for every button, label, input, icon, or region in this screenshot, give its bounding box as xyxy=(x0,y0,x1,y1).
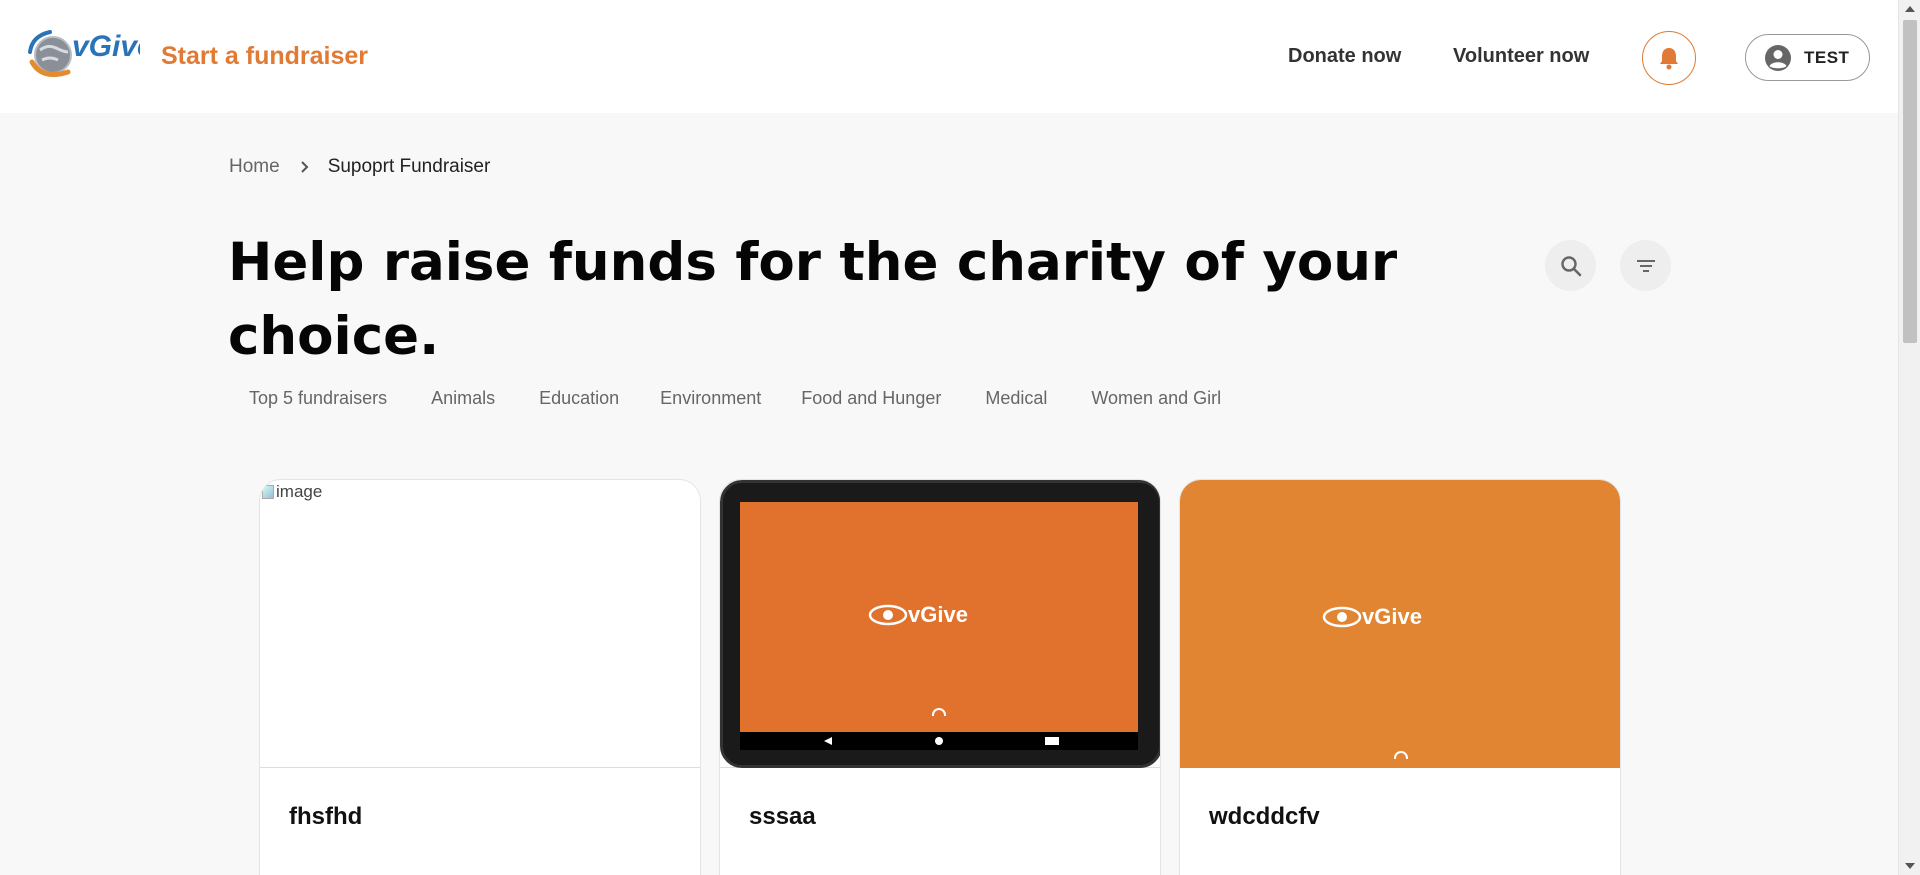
fundraiser-title: sssaa xyxy=(749,803,816,830)
volunteer-now-link[interactable]: Volunteer now xyxy=(1453,45,1589,68)
scroll-down-arrow-icon[interactable] xyxy=(1905,863,1915,869)
page-title: Help raise funds for the charity of your… xyxy=(228,232,1398,367)
fundraiser-title: fhsfhd xyxy=(289,803,363,830)
filter-button[interactable] xyxy=(1620,240,1671,291)
phone-mockup: vGive xyxy=(720,480,1160,768)
notifications-button[interactable] xyxy=(1642,31,1696,85)
bell-icon xyxy=(1660,48,1678,70)
user-menu-button[interactable]: TEST xyxy=(1745,34,1870,81)
broken-image-icon xyxy=(262,485,274,499)
svg-text:vGive: vGive xyxy=(72,30,140,63)
breadcrumb: Home Supoprt Fundraiser xyxy=(229,156,490,178)
fundraiser-image: vGive xyxy=(720,480,1160,768)
account-circle-icon xyxy=(1765,44,1791,71)
breadcrumb-home[interactable]: Home xyxy=(229,156,280,178)
phone-nav-bar xyxy=(740,732,1138,750)
fundraiser-image: vGive xyxy=(1180,480,1620,768)
fundraiser-card[interactable]: vGive wdcddcfv xyxy=(1179,479,1621,875)
loading-spinner-icon xyxy=(932,708,946,716)
donate-now-link[interactable]: Donate now xyxy=(1288,45,1401,68)
search-button[interactable] xyxy=(1545,240,1596,291)
top-header: vGive Start a fundraiser Donate now Volu… xyxy=(0,0,1898,113)
scrollbar-thumb[interactable] xyxy=(1903,20,1917,343)
vgive-splash-logo: vGive xyxy=(1322,604,1422,630)
tab-women-and-girl[interactable]: Women and Girl xyxy=(1091,388,1221,409)
start-fundraiser-link[interactable]: Start a fundraiser xyxy=(161,42,368,71)
tab-top-5-fundraisers[interactable]: Top 5 fundraisers xyxy=(249,388,387,409)
tab-education[interactable]: Education xyxy=(539,388,619,409)
vgive-splash-logo: vGive xyxy=(868,602,968,628)
broken-image: image xyxy=(262,482,322,502)
fundraiser-card[interactable]: image fhsfhd xyxy=(259,479,701,875)
scroll-up-arrow-icon[interactable] xyxy=(1905,6,1915,12)
search-icon xyxy=(1560,255,1581,276)
breadcrumb-current: Supoprt Fundraiser xyxy=(327,156,491,177)
page-scrollbar[interactable] xyxy=(1898,0,1920,875)
category-tabs: Top 5 fundraisers Animals Education Envi… xyxy=(249,388,1221,409)
fundraiser-image: image xyxy=(260,480,700,768)
user-name: TEST xyxy=(1804,47,1850,67)
loading-spinner-icon xyxy=(1394,751,1408,759)
chevron-right-icon xyxy=(300,160,310,174)
tab-medical[interactable]: Medical xyxy=(985,388,1047,409)
filter-list-icon xyxy=(1636,259,1655,272)
tab-environment[interactable]: Environment xyxy=(660,388,761,409)
tab-animals[interactable]: Animals xyxy=(431,388,495,409)
fundraiser-title: wdcddcfv xyxy=(1209,803,1320,830)
phone-screen: vGive xyxy=(740,502,1138,732)
image-alt-text: image xyxy=(276,482,323,501)
fundraiser-card[interactable]: vGive sssaa xyxy=(719,479,1161,875)
vgive-logo[interactable]: vGive xyxy=(28,22,154,84)
tab-food-and-hunger[interactable]: Food and Hunger xyxy=(801,388,941,409)
